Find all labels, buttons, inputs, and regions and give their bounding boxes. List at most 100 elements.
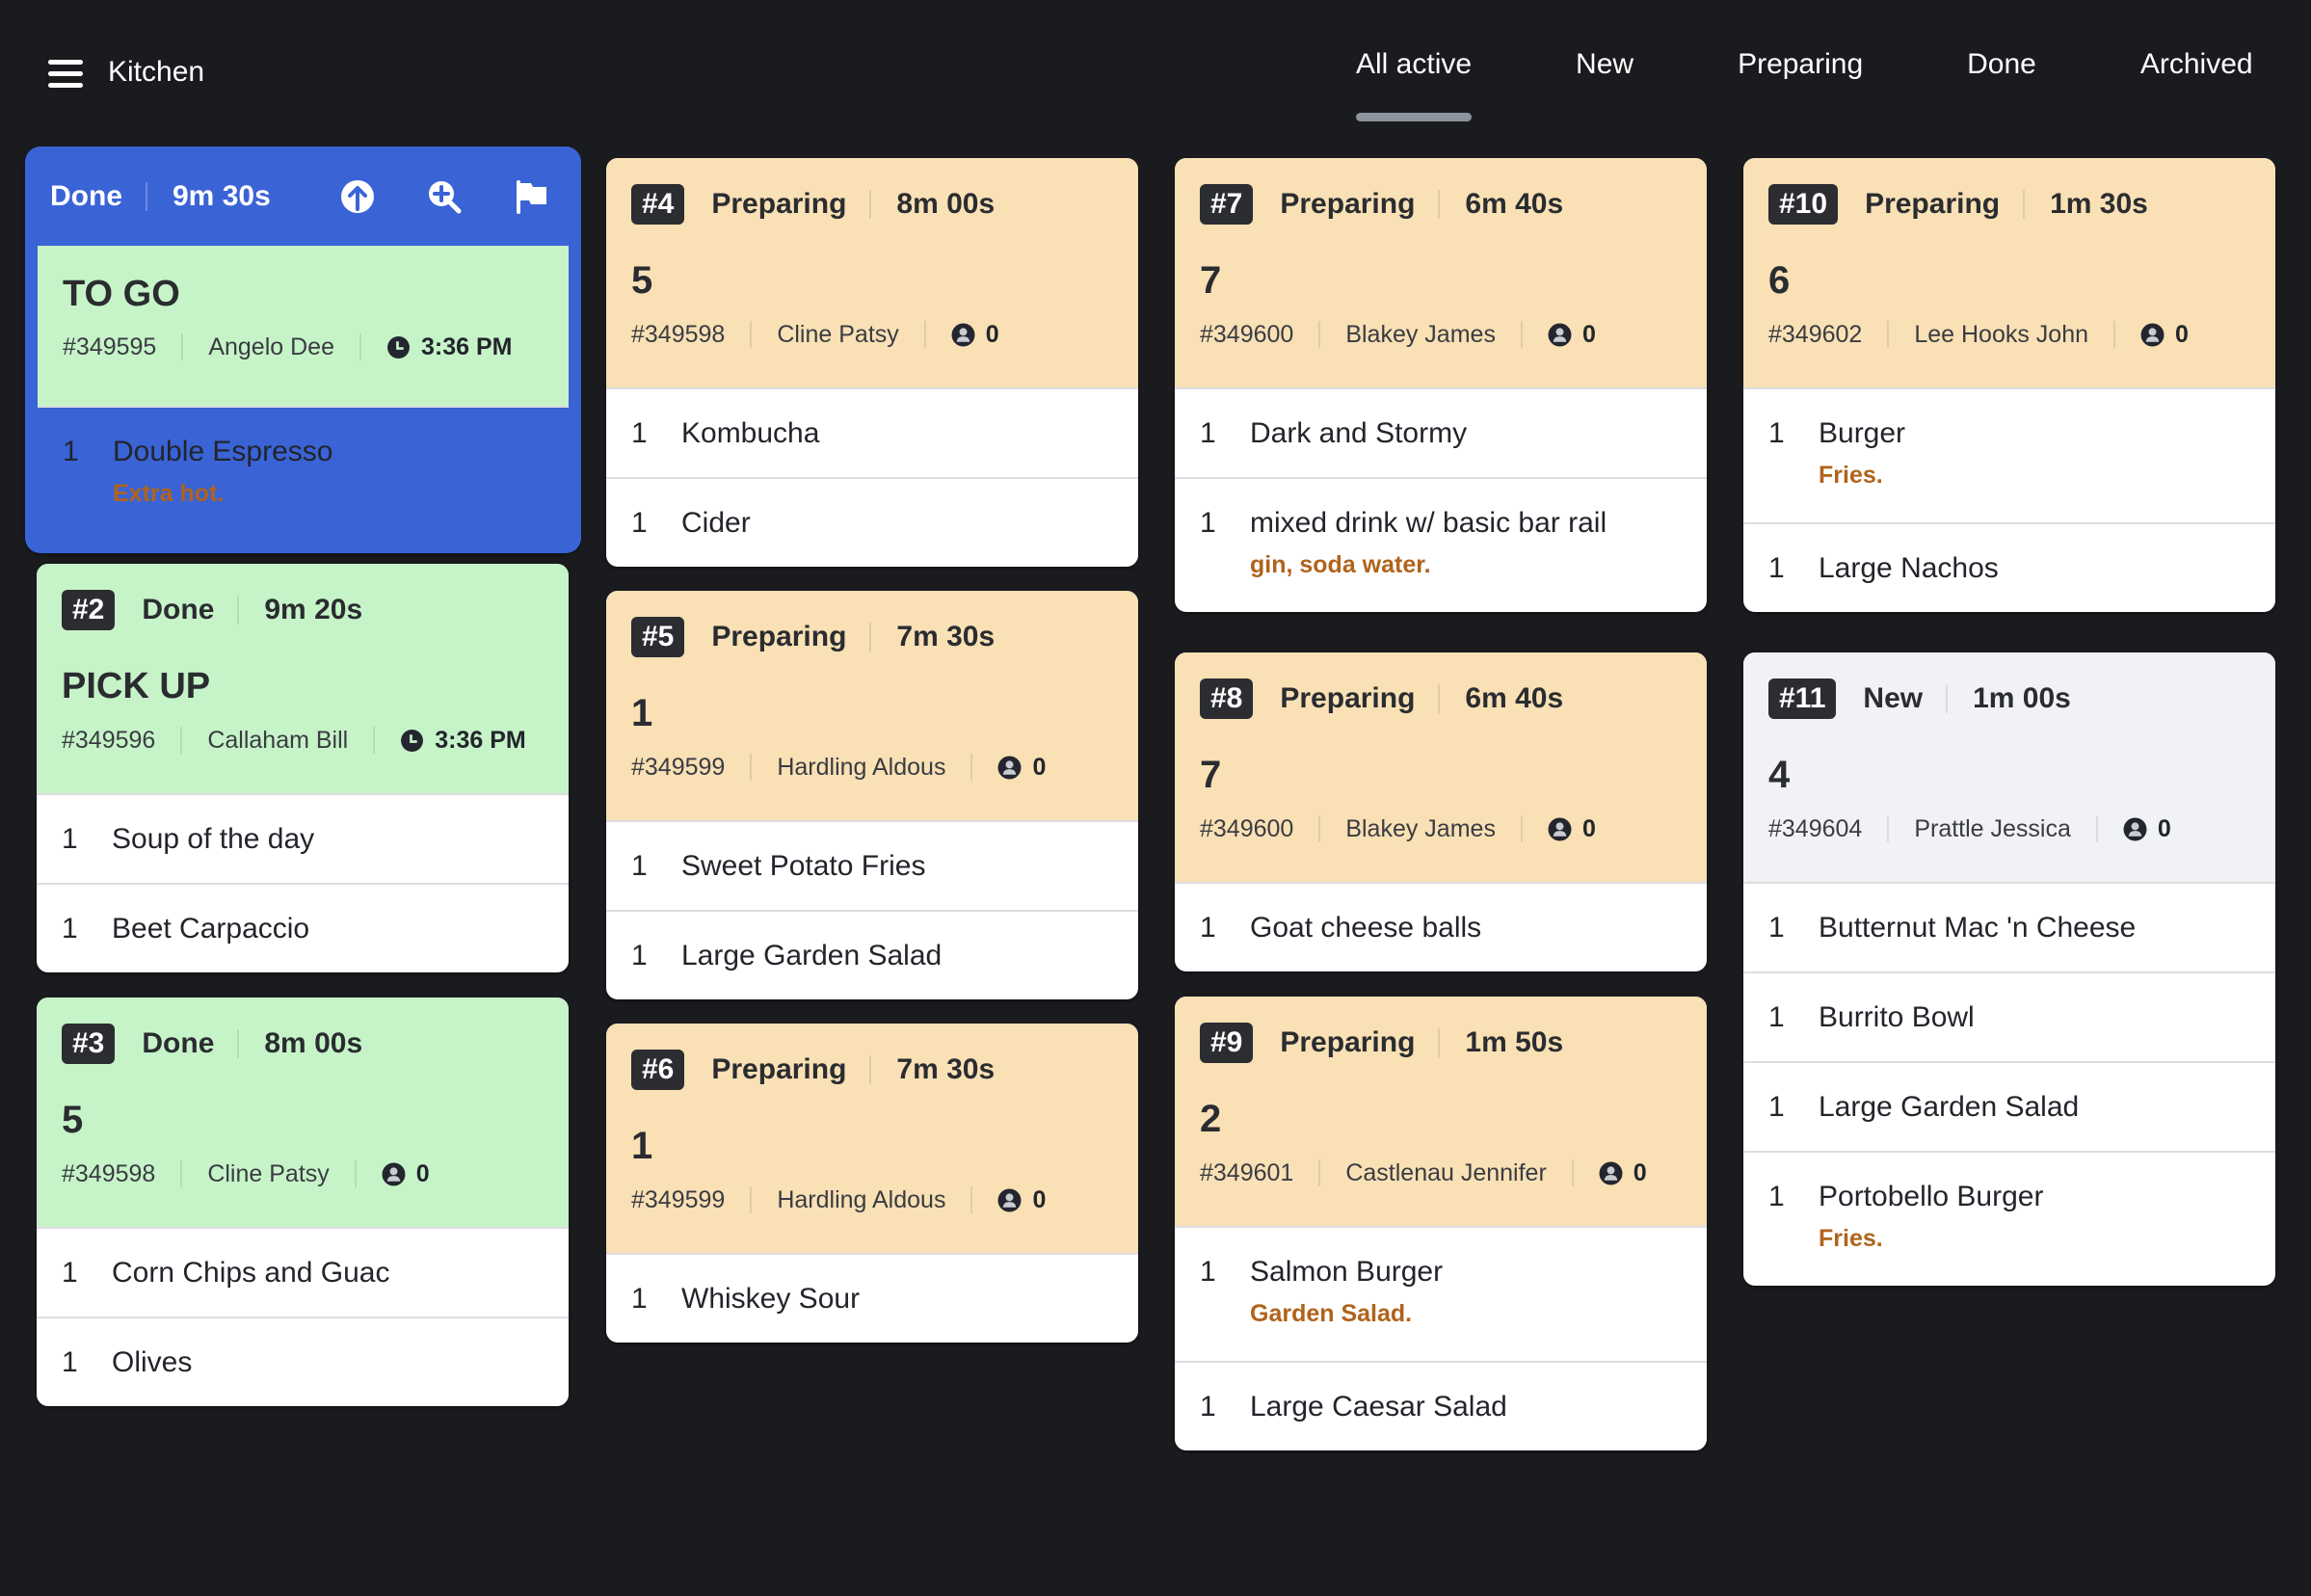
order-item[interactable]: 1 Kombucha	[606, 387, 1138, 477]
customer-name: Angelo Dee	[208, 332, 334, 360]
order-item[interactable]: 1 Soup of the day	[37, 793, 569, 883]
card-header: #6 Preparing 7m 30s 1 #349599 Hardling A…	[606, 1024, 1138, 1253]
card-elapsed-time: 7m 30s	[896, 1053, 996, 1085]
order-item[interactable]: 1 Large Garden Salad	[606, 910, 1138, 999]
order-item[interactable]: 1 Sweet Potato Fries	[606, 820, 1138, 910]
order-card-2[interactable]: #2 Done 9m 20s PICK UP #349596 Callaham …	[37, 564, 569, 972]
card-status: Preparing	[1280, 682, 1416, 714]
item-qty: 1	[631, 1282, 648, 1315]
divider	[970, 1186, 973, 1213]
card-elapsed-time: 1m 00s	[1973, 682, 2071, 714]
card-status: Preparing	[1280, 188, 1416, 220]
order-item-row: 1 Dark and Stormy	[1200, 389, 1682, 477]
ticket-badge: #7	[1200, 184, 1254, 225]
item-qty: 1	[62, 912, 78, 944]
order-item[interactable]: 1 Burrito Bowl	[1743, 971, 2275, 1061]
order-item[interactable]: 1 Goat cheese balls	[1175, 882, 1707, 971]
ticket-badge: #2	[62, 590, 116, 630]
order-item[interactable]: 1 Large Caesar Salad	[1175, 1361, 1707, 1450]
tab-archived[interactable]: Archived	[2114, 48, 2279, 116]
item-name: Large Garden Salad	[681, 939, 943, 971]
order-number: #349604	[1768, 814, 1863, 842]
order-card-9[interactable]: #9 Preparing 1m 50s 2 #349601 Castlenau …	[1175, 997, 1707, 1450]
item-list: 1 Salmon Burger Garden Salad. 1 Large Caesar…	[1175, 1226, 1707, 1450]
table-number: 1	[631, 692, 653, 734]
order-item[interactable]: 1 Corn Chips and Guac	[37, 1227, 569, 1317]
order-card-4[interactable]: #4 Preparing 8m 00s 5 #349598 Cline Pats…	[606, 158, 1138, 567]
customer-name: Castlenau Jennifer	[1345, 1158, 1547, 1186]
order-item-row: 1 Whiskey Sour	[631, 1255, 1113, 1343]
order-item[interactable]: 1 Large Garden Salad	[1743, 1061, 2275, 1151]
order-item[interactable]: 1 Burger Fries.	[1743, 387, 2275, 522]
divider	[1438, 1028, 1441, 1057]
order-item-row: 1 Large Garden Salad	[631, 912, 1113, 999]
order-item[interactable]: 1 Beet Carpaccio	[37, 883, 569, 972]
item-note: Garden Salad.	[1250, 1300, 1413, 1327]
meta-tail: 0	[1548, 815, 1596, 843]
order-card-6[interactable]: #6 Preparing 7m 30s 1 #349599 Hardling A…	[606, 1024, 1138, 1343]
order-item[interactable]: 1 Large Nachos	[1743, 522, 2275, 612]
table-number: 6	[1768, 259, 1791, 302]
item-qty: 1	[1768, 1090, 1785, 1123]
tab-preparing[interactable]: Preparing	[1712, 48, 1889, 116]
order-card-8[interactable]: #8 Preparing 6m 40s 7 #349600 Blakey Jam…	[1175, 652, 1707, 971]
item-list: 1 Goat cheese balls	[1175, 882, 1707, 971]
card-elapsed-time: 6m 40s	[1465, 682, 1564, 714]
meta-tail: 0	[997, 754, 1046, 782]
arrow-up-circle-icon[interactable]	[338, 177, 377, 216]
item-qty: 1	[62, 1345, 78, 1378]
item-name: Butternut Mac 'n Cheese	[1819, 911, 2137, 944]
order-item-row: 1 Sweet Potato Fries	[631, 822, 1113, 910]
ticket-badge: #3	[62, 1024, 116, 1064]
tab-done[interactable]: Done	[1941, 48, 2062, 116]
flag-icon[interactable]	[512, 177, 550, 216]
tab-all-active[interactable]: All active	[1330, 48, 1498, 121]
customer-name: Blakey James	[1345, 320, 1496, 348]
divider	[354, 1160, 357, 1187]
item-name: Whiskey Sour	[681, 1282, 861, 1315]
order-item[interactable]: 1 Cider	[606, 477, 1138, 567]
order-number: #349596	[62, 726, 156, 754]
divider	[359, 333, 361, 360]
order-meta: #349601 Castlenau Jennifer 0	[1200, 1147, 1682, 1226]
guest-icon	[997, 1188, 1022, 1211]
hamburger-menu-icon[interactable]	[48, 60, 83, 89]
customer-name: Prattle Jessica	[1914, 814, 2071, 842]
order-card-7[interactable]: #7 Preparing 6m 40s 7 #349600 Blakey Jam…	[1175, 158, 1707, 612]
order-card-10[interactable]: #10 Preparing 1m 30s 6 #349602 Lee Hooks…	[1743, 158, 2275, 612]
card-status: Done	[142, 1027, 215, 1059]
order-item[interactable]: 1 Butternut Mac 'n Cheese	[1743, 882, 2275, 971]
order-card-5[interactable]: #5 Preparing 7m 30s 1 #349599 Hardling A…	[606, 591, 1138, 999]
table-number: 2	[1200, 1098, 1222, 1140]
order-card-11[interactable]: #11 New 1m 00s 4 #349604 Prattle Jessica…	[1743, 652, 2275, 1286]
card-elapsed-time: 8m 00s	[264, 1027, 363, 1059]
divider	[970, 754, 973, 781]
order-item[interactable]: 1 Whiskey Sour	[606, 1253, 1138, 1343]
zoom-in-icon[interactable]	[425, 177, 464, 216]
order-meta: #349598 Cline Patsy 0	[631, 308, 1113, 387]
order-meta: #349598 Cline Patsy 0	[62, 1148, 544, 1227]
item-name: Olives	[112, 1345, 193, 1378]
divider	[181, 333, 184, 360]
ticket-badge: #9	[1200, 1023, 1254, 1063]
item-qty: 1	[1768, 551, 1785, 584]
divider	[1571, 1159, 1574, 1186]
divider	[180, 1160, 183, 1187]
customer-name: Cline Patsy	[207, 1159, 330, 1187]
order-item[interactable]: 1 Olives	[37, 1317, 569, 1406]
order-meta: #349604 Prattle Jessica 0	[1768, 803, 2250, 882]
customer-name: Callaham Bill	[207, 726, 349, 754]
card-header: #2 Done 9m 20s PICK UP #349596 Callaham …	[37, 564, 569, 793]
order-item[interactable]: 1 mixed drink w/ basic bar rail gin, soda …	[1175, 477, 1707, 612]
order-item[interactable]: 1 Portobello Burger Fries.	[1743, 1151, 2275, 1286]
order-card-3[interactable]: #3 Done 8m 00s 5 #349598 Cline Patsy 0 1…	[37, 998, 569, 1406]
tab-new[interactable]: New	[1550, 48, 1660, 116]
order-item[interactable]: 1 Salmon Burger Garden Salad.	[1175, 1226, 1707, 1361]
item-name: Kombucha	[681, 416, 820, 449]
item-note: Fries.	[1819, 1225, 1883, 1252]
order-item[interactable]: 1 Dark and Stormy	[1175, 387, 1707, 477]
guest-count: 0	[2157, 814, 2171, 842]
order-card-selected[interactable]: Done 9m 30s TO GO #349595 Angelo Dee 3:3…	[25, 146, 581, 553]
order-item[interactable]: 1 Double Espresso Extra hot.	[38, 406, 569, 541]
card-header: #9 Preparing 1m 50s 2 #349601 Castlenau …	[1175, 997, 1707, 1226]
